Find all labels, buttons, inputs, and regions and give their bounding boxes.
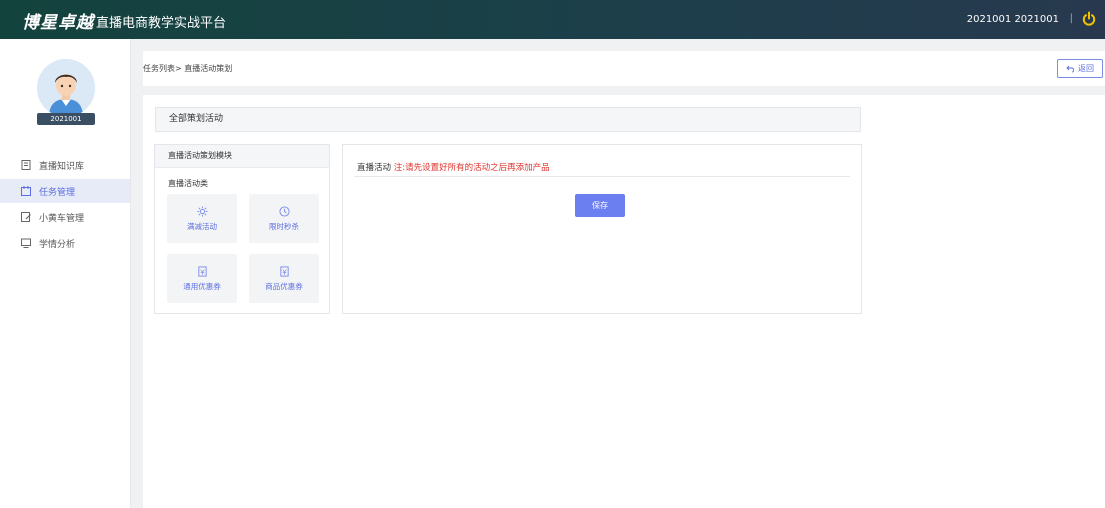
gear-icon [196,205,208,217]
tile-label: 通用优惠券 [183,281,221,291]
coupon-icon [279,265,289,277]
tile-label: 商品优惠券 [265,281,303,291]
sidebar-item-label: 学情分析 [39,239,76,250]
save-button[interactable]: 保存 [575,194,625,217]
header-separator: | [1069,13,1073,24]
module-title: 直播活动策划模块 [155,145,329,168]
monitor-icon [21,238,31,248]
breadcrumb-bar: 任务列表> 直播活动策划 返回 [143,51,1105,86]
top-bar: 博星卓越 直播电商教学实战平台 2021001 2021001 | [0,0,1105,39]
sidebar-item-label: 任务管理 [39,187,76,198]
sidebar-item-label: 小黄车管理 [39,213,85,224]
tile-full-reduction[interactable]: 满减活动 [167,194,237,243]
tile-label: 满减活动 [187,221,217,231]
sidebar-item-knowledge[interactable]: 直播知识库 [0,153,130,177]
breadcrumb[interactable]: 任务列表> 直播活动策划 [143,63,232,74]
building-icon [21,160,31,170]
detail-title: 直播活动 [357,163,392,173]
sidebar-item-label: 直播知识库 [39,161,85,172]
back-arrow-icon [1066,65,1074,72]
clock-icon [278,205,290,217]
edit-icon [21,212,31,222]
tile-flash-sale[interactable]: 限时秒杀 [249,194,319,243]
main-content: 全部策划活动 直播活动策划模块 直播活动类 满减活动 限时秒杀 通用优惠券 商品… [143,95,1105,508]
module-subtitle: 直播活动类 [168,179,208,188]
avatar-user-id: 2021001 [37,113,95,125]
avatar [37,59,95,117]
back-button-label: 返回 [1078,64,1094,73]
tile-product-coupon[interactable]: 商品优惠券 [249,254,319,303]
section-title: 全部策划活动 [155,107,861,132]
calendar-icon [21,186,31,196]
divider [354,176,850,177]
sidebar-item-tasks[interactable]: 任务管理 [0,179,130,203]
activity-module-panel: 直播活动策划模块 直播活动类 满减活动 限时秒杀 通用优惠券 商品优惠券 [154,144,330,314]
app-title: 直播电商教学实战平台 [96,16,227,31]
user-avatar-icon [37,59,95,117]
sidebar-item-cart[interactable]: 小黄车管理 [0,205,130,229]
warning-note: 注:请先设置好所有的活动之后再添加产品 [393,163,550,173]
brand-logo: 博星卓越 [22,13,94,33]
power-icon[interactable] [1081,11,1097,27]
tile-label: 限时秒杀 [269,221,299,231]
detail-heading: 直播活动 注:请先设置好所有的活动之后再添加产品 [357,161,550,173]
sidebar: 2021001 直播知识库 任务管理 小黄车管理 学情分析 [0,39,131,508]
tile-general-coupon[interactable]: 通用优惠券 [167,254,237,303]
back-button[interactable]: 返回 [1057,59,1103,78]
user-name[interactable]: 2021001 2021001 [967,14,1059,25]
coupon-icon [197,265,207,277]
sidebar-item-analysis[interactable]: 学情分析 [0,231,130,255]
activity-detail-panel: 直播活动 注:请先设置好所有的活动之后再添加产品 保存 [342,144,862,314]
